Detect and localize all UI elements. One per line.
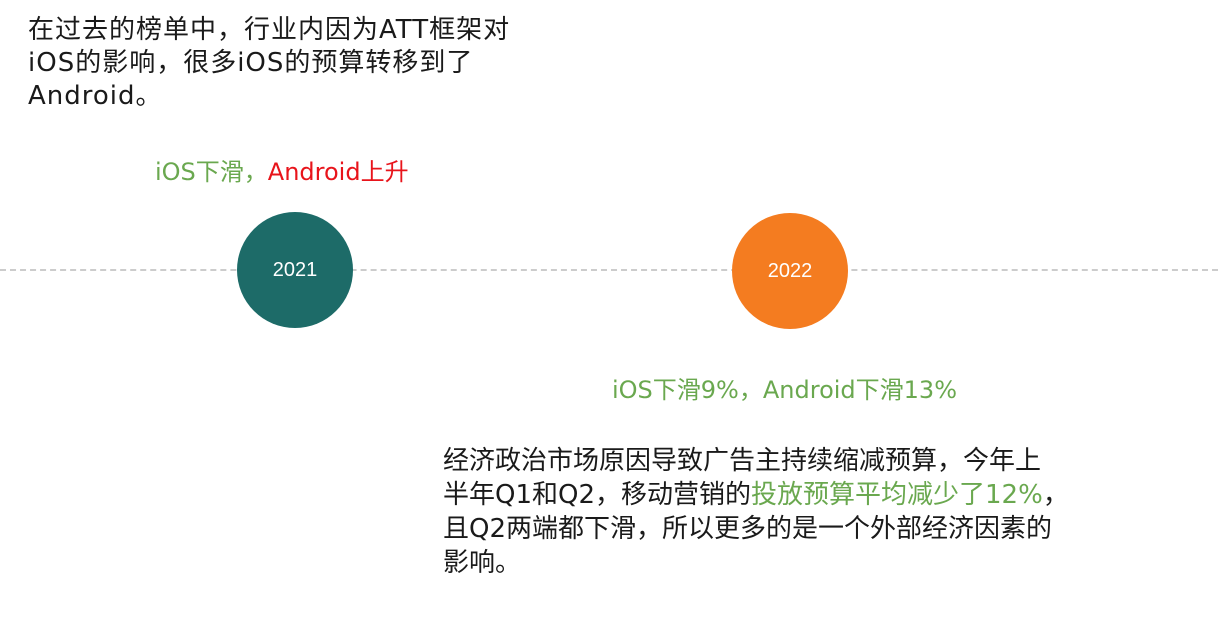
event-2021-android-label: Android上升: [267, 158, 409, 186]
intro-line-1: 在过去的榜单中，行业内因为ATT框架对: [28, 15, 511, 45]
intro-text: 在过去的榜单中，行业内因为ATT框架对 iOS的影响，很多iOS的预算转移到了 …: [28, 14, 588, 113]
description-text: 经济政治市场原因导致广告主持续缩减预算，今年上 半年Q1和Q2，移动营销的投放预…: [443, 444, 1143, 580]
event-2021-label: iOS下滑，Android上升: [155, 156, 409, 188]
timeline-line: [0, 269, 1218, 271]
milestone-2021-year: 2021: [272, 258, 318, 281]
timeline-page: 在过去的榜单中，行业内因为ATT框架对 iOS的影响，很多iOS的预算转移到了 …: [0, 0, 1218, 628]
description-line-4: 影响。: [443, 548, 522, 578]
intro-line-3: Android。: [28, 81, 163, 111]
budget-decrease-highlight: 投放预算平均减少了12%: [751, 480, 1043, 510]
description-line-1: 经济政治市场原因导致广告主持续缩减预算，今年上: [443, 446, 1042, 476]
intro-line-2: iOS的影响，很多iOS的预算转移到了: [28, 48, 474, 78]
description-line-3: 且Q2两端都下滑，所以更多的是一个外部经济因素的: [443, 514, 1053, 544]
description-line-2-end: ，: [1042, 480, 1069, 510]
milestone-2022-circle: 2022: [732, 213, 848, 329]
description-line-2: 半年Q1和Q2，移动营销的投放预算平均减少了12%，: [443, 478, 1143, 512]
event-2022-label: iOS下滑9%，Android下滑13%: [612, 376, 957, 404]
event-2021-ios-label: iOS下滑，: [155, 158, 268, 186]
milestone-2021-circle: 2021: [237, 212, 353, 328]
description-line-2-start: 半年Q1和Q2，移动营销的: [443, 480, 752, 510]
milestone-2022-year: 2022: [767, 259, 813, 282]
